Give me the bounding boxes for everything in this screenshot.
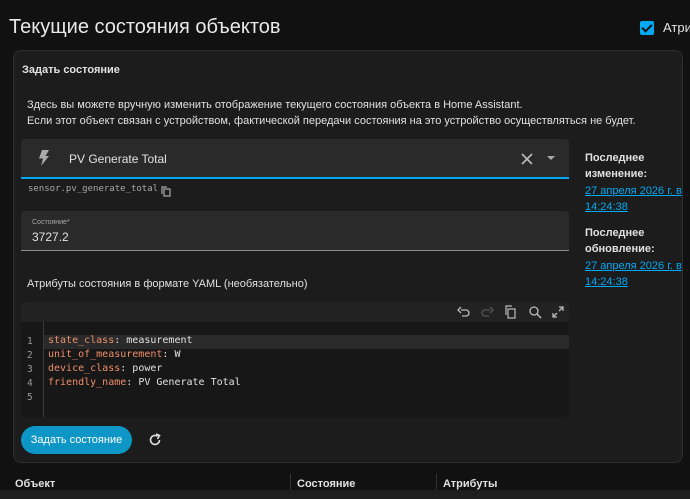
- last-changed-label: Последнее изменение:: [585, 152, 648, 180]
- column-header-attributes[interactable]: Атрибуты: [443, 478, 497, 490]
- column-header-state[interactable]: Состояние: [297, 478, 355, 490]
- yaml-attributes-label: Атрибуты состояния в формате YAML (необя…: [27, 278, 308, 290]
- editor-toolbar: [21, 302, 569, 322]
- yaml-key: unit_of_measurement: [48, 349, 163, 360]
- yaml-key: friendly_name: [48, 377, 127, 388]
- page-title: Текущие состояния объектов: [9, 16, 281, 38]
- entity-id: sensor.pv_generate_total: [28, 184, 159, 194]
- line-number: 1: [27, 336, 33, 347]
- attributes-toggle-label: Атриб: [663, 20, 690, 35]
- fullscreen-icon[interactable]: [551, 305, 565, 319]
- search-replace-icon[interactable]: [528, 305, 542, 319]
- refresh-icon[interactable]: [148, 433, 162, 452]
- yaml-value: PV Generate Total: [138, 377, 241, 388]
- card-title: Задать состояние: [22, 64, 120, 76]
- state-field[interactable]: Состояние* 3727.2: [21, 211, 569, 251]
- last-changed-link[interactable]: 27 апреля 2026 г. в 14:24:38: [585, 183, 685, 215]
- entity-picker-value: PV Generate Total: [69, 152, 167, 166]
- yaml-key: device_class: [48, 363, 121, 374]
- attributes-toggle[interactable]: Атриб: [640, 20, 690, 35]
- line-number: 3: [27, 364, 33, 375]
- entity-picker[interactable]: PV Generate Total: [21, 139, 569, 179]
- chevron-down-icon[interactable]: [547, 156, 555, 160]
- undo-icon[interactable]: [457, 305, 471, 319]
- attributes-checkbox[interactable]: [640, 20, 654, 35]
- state-field-value: 3727.2: [32, 230, 69, 244]
- description-line-1: Здесь вы можете вручную изменить отображ…: [27, 99, 523, 111]
- column-header-entity[interactable]: Объект: [15, 478, 55, 490]
- yaml-value: W: [174, 349, 181, 360]
- line-number: 2: [27, 350, 33, 361]
- last-updated-label: Последнее обновление:: [585, 227, 655, 255]
- state-field-label: Состояние*: [32, 219, 70, 226]
- copy-icon[interactable]: [161, 184, 171, 202]
- yaml-value: power: [132, 363, 163, 374]
- code-line: state_class: measurement: [48, 335, 193, 346]
- yaml-key: state_class: [48, 335, 115, 346]
- line-number: 5: [27, 392, 33, 403]
- copy-code-icon[interactable]: [504, 305, 518, 319]
- set-state-card: Задать состояние Здесь вы можете вручную…: [13, 50, 683, 463]
- code-line: unit_of_measurement: W: [48, 349, 181, 360]
- clear-icon[interactable]: [521, 152, 533, 170]
- card-description: Здесь вы можете вручную изменить отображ…: [27, 97, 636, 129]
- description-line-2: Если этот объект связан с устройством, ф…: [27, 115, 636, 127]
- code-line: friendly_name: PV Generate Total: [48, 377, 241, 388]
- yaml-editor[interactable]: 1 2 3 4 5 state_class: measurement unit_…: [21, 302, 569, 417]
- yaml-value: measurement: [126, 335, 193, 346]
- editor-gutter: 1 2 3 4 5: [21, 322, 44, 417]
- redo-icon[interactable]: [480, 305, 494, 319]
- table-body-edge: [0, 490, 690, 499]
- set-state-button[interactable]: Задать состояние: [21, 426, 132, 454]
- code-line: device_class: power: [48, 363, 163, 374]
- lightning-bolt-icon: [38, 150, 50, 171]
- line-number: 4: [27, 378, 33, 389]
- last-updated-link[interactable]: 27 апреля 2026 г. в 14:24:38: [585, 258, 685, 290]
